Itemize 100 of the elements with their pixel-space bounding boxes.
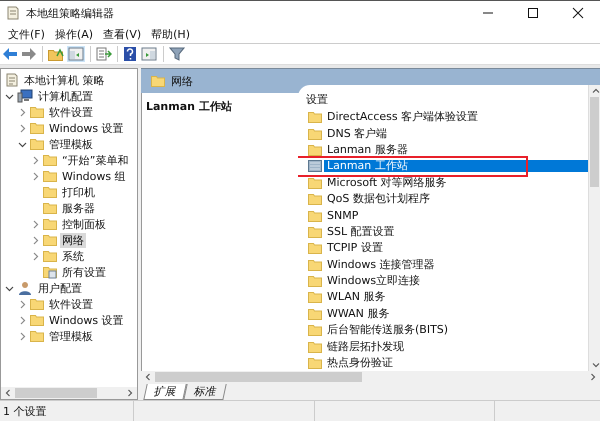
tree-item[interactable]: Windows 设置 <box>47 312 126 328</box>
tree-item[interactable]: 本地计算机 策略 <box>22 72 106 88</box>
tree-item[interactable]: 打印机 <box>60 184 97 200</box>
close-icon[interactable] <box>572 7 584 19</box>
folder-icon <box>43 170 57 182</box>
menu-item[interactable]: 操作(A) <box>50 26 98 42</box>
description-title: Lanman 工作站 <box>146 100 232 113</box>
collapsed-chevron-icon[interactable] <box>31 156 40 164</box>
folder-icon <box>43 154 57 166</box>
collapsed-chevron-icon[interactable] <box>31 172 40 180</box>
forward-arrow-icon[interactable] <box>21 47 37 61</box>
tab[interactable]: 标准 <box>183 384 227 400</box>
list-item[interactable]: WLAN 服务 <box>324 291 588 304</box>
folder-icon <box>308 275 322 288</box>
collapsed-chevron-icon[interactable] <box>31 236 40 244</box>
menu-item[interactable]: 帮助(H) <box>147 26 194 42</box>
folder-icon <box>308 291 322 304</box>
list-item[interactable]: Lanman 工作站 <box>324 160 588 172</box>
list-item[interactable]: 后台智能传送服务(BITS) <box>324 324 588 336</box>
scroll-thumb[interactable] <box>590 97 599 187</box>
scroll-thumb[interactable] <box>15 388 97 398</box>
column-header[interactable]: 设置 <box>306 91 588 109</box>
list-item[interactable]: SSL 配置设置 <box>324 226 588 238</box>
list-item[interactable]: QoS 数据包计划程序 <box>324 193 588 206</box>
list-item[interactable]: TCPIP 设置 <box>324 242 588 254</box>
filter-icon[interactable] <box>169 47 185 61</box>
list-item[interactable]: SNMP <box>324 210 588 222</box>
tree-item[interactable]: 软件设置 <box>47 104 95 120</box>
list-item[interactable]: WWAN 服务 <box>324 308 588 320</box>
vertical-scrollbar[interactable] <box>588 85 600 371</box>
folder-icon <box>43 186 57 198</box>
horizontal-scrollbar[interactable] <box>1 387 137 399</box>
up-folder-icon[interactable] <box>48 47 64 61</box>
document-icon <box>5 73 19 87</box>
folder-icon <box>30 138 44 150</box>
expanded-chevron-icon[interactable] <box>18 140 27 148</box>
tab[interactable]: 扩展 <box>143 384 187 400</box>
folder-icon <box>30 298 44 310</box>
app-icon <box>6 6 20 20</box>
folder-icon <box>30 122 44 134</box>
settings-folder-icon <box>43 266 57 278</box>
collapsed-chevron-icon[interactable] <box>31 252 40 260</box>
folder-icon <box>308 258 322 271</box>
tree-item[interactable]: 用户配置 <box>36 280 84 296</box>
list-item[interactable]: DNS 客户端 <box>324 128 588 140</box>
list-item[interactable]: Lanman 服务器 <box>324 144 588 156</box>
collapsed-chevron-icon[interactable] <box>31 220 40 228</box>
back-arrow-icon[interactable] <box>2 47 18 61</box>
setting-icon <box>308 160 322 172</box>
tree-item[interactable]: 系统 <box>60 248 86 264</box>
collapsed-chevron-icon[interactable] <box>18 300 27 308</box>
folder-icon <box>308 128 322 140</box>
folder-icon <box>43 250 57 262</box>
help-icon[interactable] <box>123 46 137 62</box>
window-title: 本地组策略编辑器 <box>26 6 114 20</box>
folder-icon <box>151 75 165 87</box>
menu-item[interactable]: 查看(V) <box>99 26 146 42</box>
console-tree-icon[interactable] <box>67 46 85 62</box>
pane-title: 网络 <box>171 74 193 88</box>
list-item[interactable]: DirectAccess 客户端体验设置 <box>324 111 588 124</box>
tree-item[interactable]: 软件设置 <box>47 296 95 312</box>
user-icon <box>17 281 33 295</box>
folder-icon <box>308 210 322 222</box>
list-item[interactable]: Windows 连接管理器 <box>324 258 588 271</box>
list-item[interactable]: 热点身份验证 <box>324 357 588 370</box>
collapsed-chevron-icon[interactable] <box>18 332 27 340</box>
tree-item[interactable]: Windows 组 <box>60 168 128 184</box>
maximize-icon[interactable] <box>527 7 539 19</box>
tree-item[interactable]: 服务器 <box>60 200 97 216</box>
action-pane-icon[interactable] <box>140 46 158 62</box>
folder-icon <box>30 314 44 326</box>
folder-icon <box>43 202 57 214</box>
tree-item[interactable]: 所有设置 <box>60 264 108 280</box>
expanded-chevron-icon[interactable] <box>5 284 14 292</box>
folder-icon <box>43 234 57 246</box>
tree-item[interactable]: 控制面板 <box>60 216 108 232</box>
tree-item[interactable]: Windows 设置 <box>47 120 126 136</box>
tree-item[interactable]: “开始”菜单和 <box>60 152 130 168</box>
collapsed-chevron-icon[interactable] <box>18 316 27 324</box>
tree-item[interactable]: 管理模板 <box>47 328 95 344</box>
folder-icon <box>308 242 322 254</box>
tree-item[interactable]: 网络 <box>60 232 86 248</box>
list-item[interactable]: 链路层拓扑发现 <box>324 340 588 353</box>
collapsed-chevron-icon[interactable] <box>18 108 27 116</box>
menu-item[interactable]: 文件(F) <box>4 26 49 42</box>
expanded-chevron-icon[interactable] <box>5 92 14 100</box>
scroll-thumb[interactable] <box>155 372 362 382</box>
list-item[interactable]: Windows立即连接 <box>324 275 588 288</box>
folder-icon <box>30 106 44 118</box>
list-item[interactable]: Microsoft 对等网络服务 <box>324 176 588 189</box>
export-list-icon[interactable] <box>96 47 112 61</box>
folder-icon <box>308 324 322 336</box>
tree-item[interactable]: 管理模板 <box>47 136 95 152</box>
computer-icon <box>17 89 33 103</box>
folder-icon <box>308 193 322 206</box>
collapsed-chevron-icon[interactable] <box>18 124 27 132</box>
status-text: 1 个设置 <box>2 404 48 418</box>
tree-item[interactable]: 计算机配置 <box>36 88 95 104</box>
folder-icon <box>308 226 322 238</box>
folder-icon <box>308 176 322 189</box>
